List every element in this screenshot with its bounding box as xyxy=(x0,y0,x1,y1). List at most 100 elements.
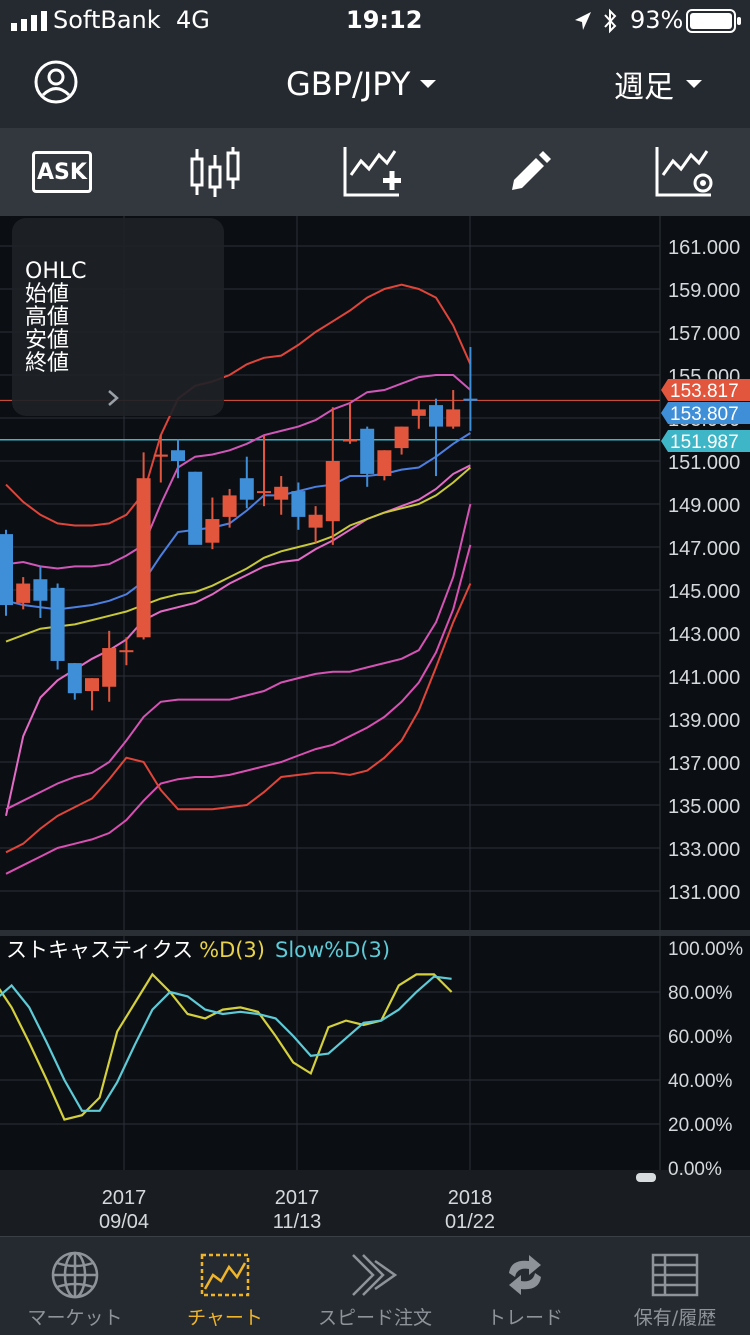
price-tick-label: 141.000 xyxy=(668,667,740,689)
indicator-tick-label: 60.00% xyxy=(668,1027,733,1048)
indicator-tick-label: 100.00% xyxy=(668,939,743,960)
indicator-tick-label: 20.00% xyxy=(668,1115,733,1136)
app-header: GBP/JPY 週足 xyxy=(0,42,750,128)
currency-pair-selector[interactable]: GBP/JPY xyxy=(286,64,438,104)
candle-body xyxy=(394,426,409,449)
price-tick-label: 147.000 xyxy=(668,538,740,560)
price-tick-label: 135.000 xyxy=(668,796,740,818)
draw-tool-button[interactable] xyxy=(470,128,590,216)
time-axis-date: 11/13 xyxy=(273,1211,322,1233)
candle-body xyxy=(446,409,461,427)
tab-speed-order-label: スピード注文 xyxy=(317,1307,432,1329)
price-marker-label: 151.987 xyxy=(670,432,739,453)
candle-body xyxy=(325,461,340,522)
tab-chart[interactable]: チャート xyxy=(150,1237,300,1335)
location-icon xyxy=(575,12,591,30)
price-tick-label: 161.000 xyxy=(668,237,740,259)
candle-body xyxy=(85,678,99,692)
tab-market-label: マーケット xyxy=(27,1307,123,1329)
candle-body xyxy=(343,439,357,442)
period-label: 週足 xyxy=(614,70,674,105)
price-tick-label: 159.000 xyxy=(668,280,740,302)
price-marker: 153.817 xyxy=(661,379,750,402)
trade-icon xyxy=(509,1255,541,1295)
ohlc-title: OHLC xyxy=(25,259,87,284)
time-axis-date: 01/22 xyxy=(445,1211,495,1233)
price-tick-label: 149.000 xyxy=(668,495,740,517)
price-tick-label: 157.000 xyxy=(668,323,740,345)
tab-speed-order[interactable]: スピード注文 xyxy=(300,1237,450,1335)
clock: 19:12 xyxy=(346,6,423,34)
candle-body xyxy=(153,454,168,457)
add-indicator-icon xyxy=(343,147,401,197)
ohlc-low-label: 安値 xyxy=(25,328,70,353)
indicator-slow-label: Slow%D(3) xyxy=(275,938,390,962)
indicator-settings-button[interactable] xyxy=(625,128,745,216)
price-tick-label: 151.000 xyxy=(668,452,740,474)
candle-body xyxy=(222,495,237,517)
tab-trade[interactable]: トレード xyxy=(450,1237,600,1335)
panel-divider xyxy=(0,930,750,936)
price-tick-label: 137.000 xyxy=(668,753,740,775)
battery-percent: 93% xyxy=(630,6,684,34)
candle-body xyxy=(33,579,48,601)
price-tick-label: 133.000 xyxy=(668,839,740,861)
candle-body xyxy=(308,514,323,528)
price-tick-label: 131.000 xyxy=(668,882,740,904)
ask-bid-toggle-button[interactable]: ASK xyxy=(2,128,122,216)
ohlc-panel: OHLC 始値 高値 安値 終値 xyxy=(12,218,224,416)
tab-history[interactable]: 保有/履歴 xyxy=(600,1237,750,1335)
candle-body xyxy=(136,478,151,638)
candle-body xyxy=(16,583,31,603)
battery-icon xyxy=(686,9,741,33)
price-marker-label: 153.817 xyxy=(670,381,739,402)
price-marker: 151.987 xyxy=(661,430,750,453)
price-tick-label: 139.000 xyxy=(668,710,740,732)
signal-icon xyxy=(11,11,47,31)
price-marker: 153.807 xyxy=(661,402,750,425)
indicator-d-label: %D(3) xyxy=(199,938,265,962)
candle-body xyxy=(188,471,203,545)
chevron-right-icon[interactable] xyxy=(106,388,120,408)
candle-body xyxy=(291,491,306,517)
period-selector[interactable]: 週足 xyxy=(614,64,704,105)
candle-body xyxy=(171,450,185,461)
time-axis-year: 2017 xyxy=(275,1187,320,1209)
candle-body xyxy=(274,486,289,500)
candle-body xyxy=(463,398,478,401)
candlestick-icon xyxy=(190,147,240,197)
candle-body xyxy=(377,450,392,477)
candle-body xyxy=(239,478,254,500)
time-axis-year: 2017 xyxy=(102,1187,147,1209)
status-bar: SoftBank 4G 19:12 93% xyxy=(0,0,750,42)
indicator-name: ストキャスティクス xyxy=(6,938,193,962)
candle-body xyxy=(411,409,426,416)
tab-chart-label: チャート xyxy=(187,1307,263,1329)
currency-pair: GBP/JPY xyxy=(286,65,411,103)
ohlc-high-label: 高値 xyxy=(25,305,70,330)
candle-body xyxy=(67,663,82,694)
tab-history-label: 保有/履歴 xyxy=(633,1307,717,1329)
scroll-handle xyxy=(636,1173,656,1182)
time-axis-date: 09/04 xyxy=(99,1211,149,1233)
tab-market[interactable]: マーケット xyxy=(0,1237,150,1335)
indicator-tick-label: 40.00% xyxy=(668,1071,733,1092)
candle-body xyxy=(50,587,65,661)
carrier-name: SoftBank xyxy=(53,6,161,34)
add-indicator-button[interactable] xyxy=(313,128,433,216)
chevron-down-icon xyxy=(686,80,702,88)
chart-type-button[interactable] xyxy=(155,128,275,216)
ask-icon: ASK xyxy=(32,151,92,193)
price-marker-label: 153.807 xyxy=(670,404,739,425)
chart-toolbar: ASK xyxy=(0,128,750,216)
chart-icon xyxy=(200,1253,250,1297)
indicator-tick-label: 80.00% xyxy=(668,983,733,1004)
account-icon[interactable] xyxy=(34,60,78,104)
ohlc-open-label: 始値 xyxy=(25,282,70,307)
pencil-icon xyxy=(512,151,551,190)
globe-icon xyxy=(51,1251,99,1299)
candle-body xyxy=(429,405,443,427)
time-axis-year: 2018 xyxy=(448,1187,493,1209)
history-icon xyxy=(651,1253,699,1297)
speed-order-icon xyxy=(352,1254,398,1296)
